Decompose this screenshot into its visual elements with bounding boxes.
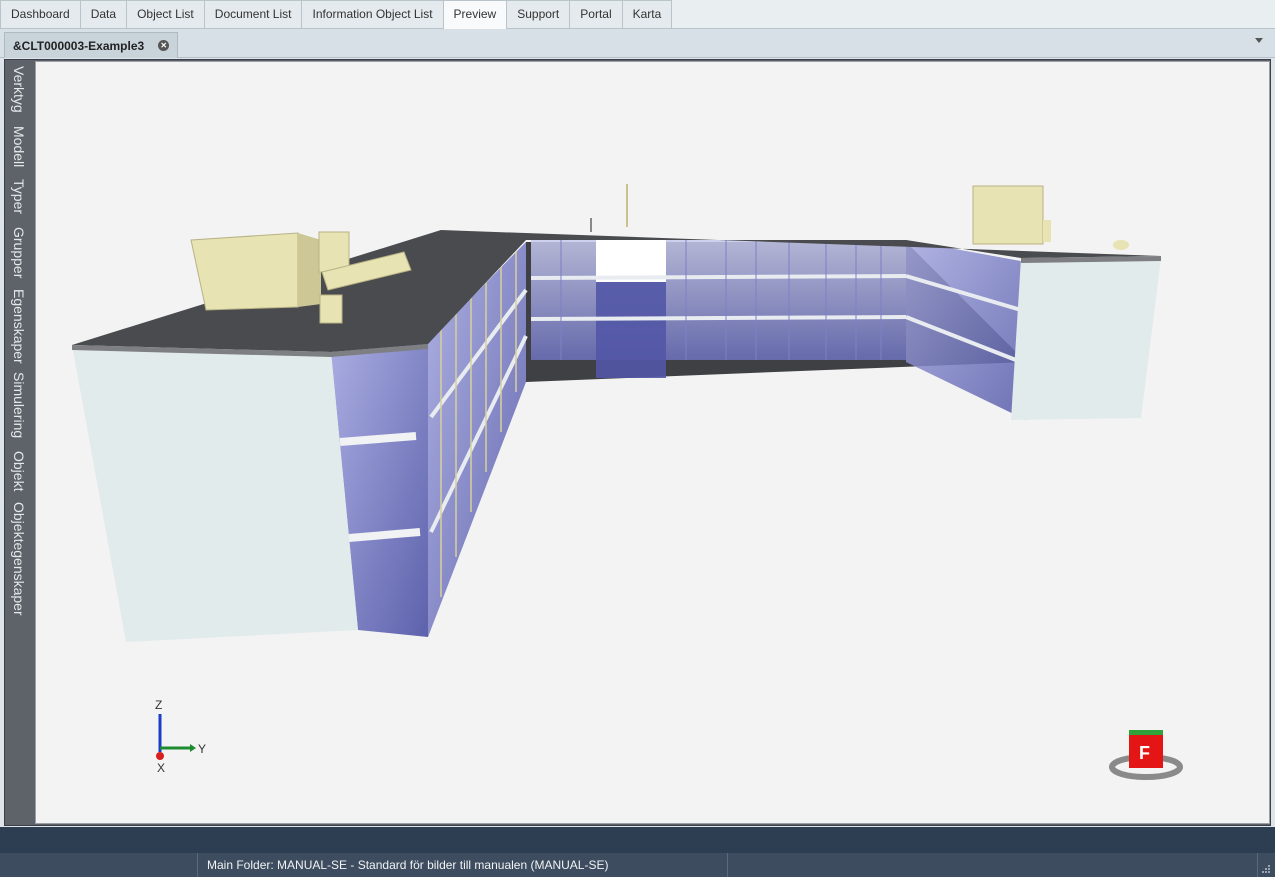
nav-cube-face-label: F	[1139, 743, 1150, 763]
status-separator	[727, 853, 728, 877]
tab-information-object-list[interactable]: Information Object List	[301, 0, 444, 28]
tab-support[interactable]: Support	[506, 0, 571, 28]
hvac-unit-left-side	[298, 233, 321, 307]
back-glass-facade	[531, 240, 906, 360]
axis-z-label: Z	[155, 698, 162, 712]
document-tab-row: &CLT000003-Example3 ✕	[0, 29, 1275, 58]
building-model[interactable]: Z Y X F	[36, 62, 1270, 824]
roof-vent	[1113, 240, 1129, 250]
document-tab[interactable]: &CLT000003-Example3 ✕	[4, 32, 179, 58]
hvac-unit-left	[190, 232, 299, 311]
tab-dashboard[interactable]: Dashboard	[0, 0, 81, 28]
side-panel: Verktyg Modell Typer Grupper Egenskaper …	[5, 60, 35, 825]
side-tab-modell[interactable]: Modell	[11, 126, 27, 167]
side-tab-simulering[interactable]: Simulering	[11, 372, 27, 438]
axis-y-label: Y	[198, 742, 206, 756]
stair-core	[596, 282, 666, 378]
close-icon[interactable]: ✕	[158, 40, 170, 51]
side-tab-grupper[interactable]: Grupper	[11, 227, 27, 278]
status-text: Main Folder: MANUAL-SE - Standard för bi…	[207, 858, 609, 872]
hvac-unit-right-pipe	[1043, 220, 1051, 242]
tab-document-list[interactable]: Document List	[203, 0, 303, 28]
tab-portal[interactable]: Portal	[569, 0, 623, 28]
side-tab-verktyg[interactable]: Verktyg	[11, 66, 27, 113]
left-end-wall	[72, 345, 358, 642]
status-separator	[197, 853, 198, 877]
hvac-duct-3	[319, 294, 343, 324]
side-tab-objekt[interactable]: Objekt	[11, 451, 27, 491]
chevron-down-icon[interactable]	[1255, 38, 1263, 43]
side-tab-objektegenskaper[interactable]: Objektegenskaper	[11, 502, 27, 616]
hvac-unit-right	[972, 185, 1044, 245]
tab-data[interactable]: Data	[79, 0, 128, 28]
axis-x-label: X	[157, 761, 165, 775]
tab-karta[interactable]: Karta	[621, 0, 673, 28]
bottom-strip	[0, 827, 1275, 853]
side-tab-egenskaper[interactable]: Egenskaper	[11, 289, 27, 364]
axes-indicator: Z Y X	[155, 698, 206, 775]
status-separator	[1257, 853, 1258, 877]
status-bar: Main Folder: MANUAL-SE - Standard för bi…	[0, 853, 1275, 877]
tab-preview[interactable]: Preview	[442, 0, 508, 29]
tab-object-list[interactable]: Object List	[126, 0, 205, 28]
viewer-frame: Verktyg Modell Typer Grupper Egenskaper …	[4, 59, 1271, 826]
right-end-wall	[1011, 258, 1161, 420]
top-tab-bar: Dashboard Data Object List Document List…	[0, 0, 1275, 29]
side-tab-typer[interactable]: Typer	[11, 179, 27, 214]
3d-viewport[interactable]: Z Y X F	[35, 61, 1270, 824]
resize-grip-icon[interactable]	[1261, 864, 1271, 874]
navigation-cube[interactable]: F	[1109, 730, 1183, 780]
document-tab-label: &CLT000003-Example3	[13, 38, 145, 53]
right-wing-glass	[906, 240, 1026, 420]
